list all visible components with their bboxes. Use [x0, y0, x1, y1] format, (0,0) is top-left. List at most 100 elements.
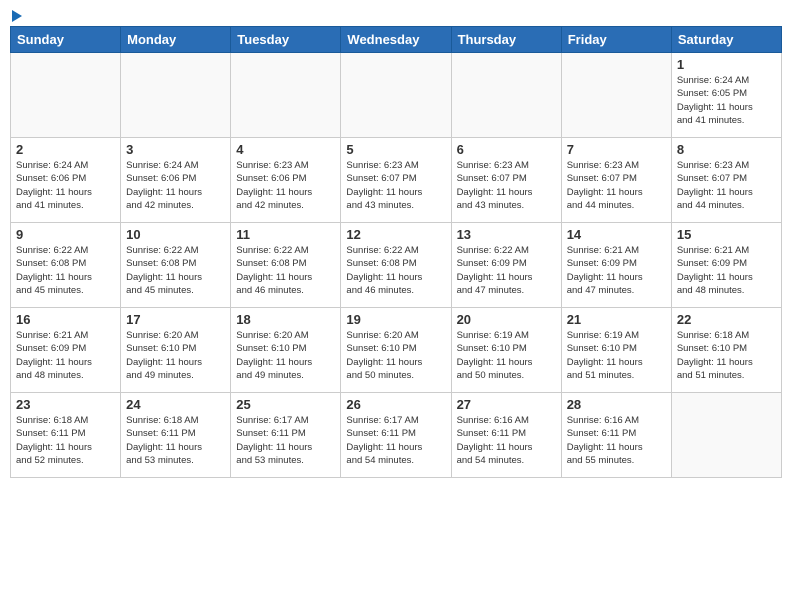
- calendar-cell: [451, 53, 561, 138]
- calendar-cell: 17Sunrise: 6:20 AM Sunset: 6:10 PM Dayli…: [121, 308, 231, 393]
- calendar-cell: [561, 53, 671, 138]
- day-of-week-header: Tuesday: [231, 27, 341, 53]
- day-number: 12: [346, 227, 445, 242]
- logo-triangle-icon: [12, 10, 22, 22]
- day-info: Sunrise: 6:17 AM Sunset: 6:11 PM Dayligh…: [236, 414, 335, 467]
- day-info: Sunrise: 6:18 AM Sunset: 6:11 PM Dayligh…: [16, 414, 115, 467]
- day-number: 10: [126, 227, 225, 242]
- day-info: Sunrise: 6:24 AM Sunset: 6:05 PM Dayligh…: [677, 74, 776, 127]
- day-number: 7: [567, 142, 666, 157]
- calendar-cell: 2 Sunrise: 6:24 AM Sunset: 6:06 PM Daylig…: [11, 138, 121, 223]
- calendar-cell: 11Sunrise: 6:22 AM Sunset: 6:08 PM Dayli…: [231, 223, 341, 308]
- day-info: Sunrise: 6:23 AM Sunset: 6:07 PM Dayligh…: [677, 159, 776, 212]
- calendar-cell: 5Sunrise: 6:23 AM Sunset: 6:07 PM Daylig…: [341, 138, 451, 223]
- day-info: Sunrise: 6:24 AM Sunset: 6:06 PM Dayligh…: [126, 159, 225, 212]
- day-info: Sunrise: 6:21 AM Sunset: 6:09 PM Dayligh…: [16, 329, 115, 382]
- day-info: Sunrise: 6:20 AM Sunset: 6:10 PM Dayligh…: [346, 329, 445, 382]
- day-info: Sunrise: 6:22 AM Sunset: 6:08 PM Dayligh…: [236, 244, 335, 297]
- day-number: 3: [126, 142, 225, 157]
- calendar-week-row: 9 Sunrise: 6:22 AM Sunset: 6:08 PM Daylig…: [11, 223, 782, 308]
- calendar-cell: 21 Sunrise: 6:19 AM Sunset: 6:10 PM Dayli…: [561, 308, 671, 393]
- calendar-week-row: 23 Sunrise: 6:18 AM Sunset: 6:11 PM Dayli…: [11, 393, 782, 478]
- day-number: 21: [567, 312, 666, 327]
- calendar-cell: 12 Sunrise: 6:22 AM Sunset: 6:08 PM Dayli…: [341, 223, 451, 308]
- calendar-cell: 25 Sunrise: 6:17 AM Sunset: 6:11 PM Dayli…: [231, 393, 341, 478]
- day-number: 24: [126, 397, 225, 412]
- day-of-week-header: Friday: [561, 27, 671, 53]
- day-info: Sunrise: 6:22 AM Sunset: 6:08 PM Dayligh…: [16, 244, 115, 297]
- calendar-cell: 8 Sunrise: 6:23 AM Sunset: 6:07 PM Daylig…: [671, 138, 781, 223]
- calendar-cell: 22 Sunrise: 6:18 AM Sunset: 6:10 PM Dayli…: [671, 308, 781, 393]
- day-info: Sunrise: 6:16 AM Sunset: 6:11 PM Dayligh…: [567, 414, 666, 467]
- day-number: 13: [457, 227, 556, 242]
- calendar-cell: 16 Sunrise: 6:21 AM Sunset: 6:09 PM Dayli…: [11, 308, 121, 393]
- day-info: Sunrise: 6:21 AM Sunset: 6:09 PM Dayligh…: [567, 244, 666, 297]
- day-info: Sunrise: 6:24 AM Sunset: 6:06 PM Dayligh…: [16, 159, 115, 212]
- page-header: [10, 10, 782, 22]
- calendar-week-row: 2 Sunrise: 6:24 AM Sunset: 6:06 PM Daylig…: [11, 138, 782, 223]
- day-number: 22: [677, 312, 776, 327]
- calendar-cell: 7 Sunrise: 6:23 AM Sunset: 6:07 PM Daylig…: [561, 138, 671, 223]
- day-info: Sunrise: 6:18 AM Sunset: 6:10 PM Dayligh…: [677, 329, 776, 382]
- day-number: 4: [236, 142, 335, 157]
- calendar-cell: [231, 53, 341, 138]
- day-info: Sunrise: 6:19 AM Sunset: 6:10 PM Dayligh…: [457, 329, 556, 382]
- day-number: 18: [236, 312, 335, 327]
- calendar-cell: 15 Sunrise: 6:21 AM Sunset: 6:09 PM Dayli…: [671, 223, 781, 308]
- day-number: 20: [457, 312, 556, 327]
- calendar-cell: 18Sunrise: 6:20 AM Sunset: 6:10 PM Dayli…: [231, 308, 341, 393]
- calendar-cell: 27 Sunrise: 6:16 AM Sunset: 6:11 PM Dayli…: [451, 393, 561, 478]
- day-info: Sunrise: 6:23 AM Sunset: 6:07 PM Dayligh…: [567, 159, 666, 212]
- day-info: Sunrise: 6:18 AM Sunset: 6:11 PM Dayligh…: [126, 414, 225, 467]
- day-number: 2: [16, 142, 115, 157]
- logo: [10, 10, 22, 22]
- day-number: 1: [677, 57, 776, 72]
- day-number: 23: [16, 397, 115, 412]
- calendar-cell: 9 Sunrise: 6:22 AM Sunset: 6:08 PM Daylig…: [11, 223, 121, 308]
- day-number: 26: [346, 397, 445, 412]
- calendar-cell: [341, 53, 451, 138]
- day-info: Sunrise: 6:22 AM Sunset: 6:09 PM Dayligh…: [457, 244, 556, 297]
- day-number: 16: [16, 312, 115, 327]
- day-number: 6: [457, 142, 556, 157]
- calendar-cell: 10 Sunrise: 6:22 AM Sunset: 6:08 PM Dayli…: [121, 223, 231, 308]
- day-info: Sunrise: 6:17 AM Sunset: 6:11 PM Dayligh…: [346, 414, 445, 467]
- calendar-cell: [11, 53, 121, 138]
- day-info: Sunrise: 6:21 AM Sunset: 6:09 PM Dayligh…: [677, 244, 776, 297]
- day-number: 25: [236, 397, 335, 412]
- calendar-cell: [671, 393, 781, 478]
- day-number: 19: [346, 312, 445, 327]
- calendar-cell: 13 Sunrise: 6:22 AM Sunset: 6:09 PM Dayli…: [451, 223, 561, 308]
- calendar-cell: 6 Sunrise: 6:23 AM Sunset: 6:07 PM Daylig…: [451, 138, 561, 223]
- calendar-cell: 20 Sunrise: 6:19 AM Sunset: 6:10 PM Dayli…: [451, 308, 561, 393]
- day-info: Sunrise: 6:16 AM Sunset: 6:11 PM Dayligh…: [457, 414, 556, 467]
- day-info: Sunrise: 6:23 AM Sunset: 6:06 PM Dayligh…: [236, 159, 335, 212]
- calendar-cell: 24 Sunrise: 6:18 AM Sunset: 6:11 PM Dayli…: [121, 393, 231, 478]
- calendar-cell: 3 Sunrise: 6:24 AM Sunset: 6:06 PM Daylig…: [121, 138, 231, 223]
- calendar-cell: 19 Sunrise: 6:20 AM Sunset: 6:10 PM Dayli…: [341, 308, 451, 393]
- day-of-week-header: Wednesday: [341, 27, 451, 53]
- calendar-cell: [121, 53, 231, 138]
- calendar-cell: 14 Sunrise: 6:21 AM Sunset: 6:09 PM Dayli…: [561, 223, 671, 308]
- calendar-cell: 23 Sunrise: 6:18 AM Sunset: 6:11 PM Dayli…: [11, 393, 121, 478]
- day-info: Sunrise: 6:23 AM Sunset: 6:07 PM Dayligh…: [457, 159, 556, 212]
- day-number: 8: [677, 142, 776, 157]
- day-of-week-header: Sunday: [11, 27, 121, 53]
- day-number: 14: [567, 227, 666, 242]
- day-number: 27: [457, 397, 556, 412]
- calendar-header-row: SundayMondayTuesdayWednesdayThursdayFrid…: [11, 27, 782, 53]
- calendar-week-row: 1 Sunrise: 6:24 AM Sunset: 6:05 PM Daylig…: [11, 53, 782, 138]
- day-number: 15: [677, 227, 776, 242]
- day-number: 5: [346, 142, 445, 157]
- day-of-week-header: Monday: [121, 27, 231, 53]
- day-number: 17: [126, 312, 225, 327]
- day-of-week-header: Saturday: [671, 27, 781, 53]
- day-info: Sunrise: 6:22 AM Sunset: 6:08 PM Dayligh…: [126, 244, 225, 297]
- day-info: Sunrise: 6:22 AM Sunset: 6:08 PM Dayligh…: [346, 244, 445, 297]
- day-info: Sunrise: 6:19 AM Sunset: 6:10 PM Dayligh…: [567, 329, 666, 382]
- day-number: 9: [16, 227, 115, 242]
- day-number: 28: [567, 397, 666, 412]
- calendar-week-row: 16 Sunrise: 6:21 AM Sunset: 6:09 PM Dayli…: [11, 308, 782, 393]
- calendar-cell: 4 Sunrise: 6:23 AM Sunset: 6:06 PM Daylig…: [231, 138, 341, 223]
- calendar-table: SundayMondayTuesdayWednesdayThursdayFrid…: [10, 26, 782, 478]
